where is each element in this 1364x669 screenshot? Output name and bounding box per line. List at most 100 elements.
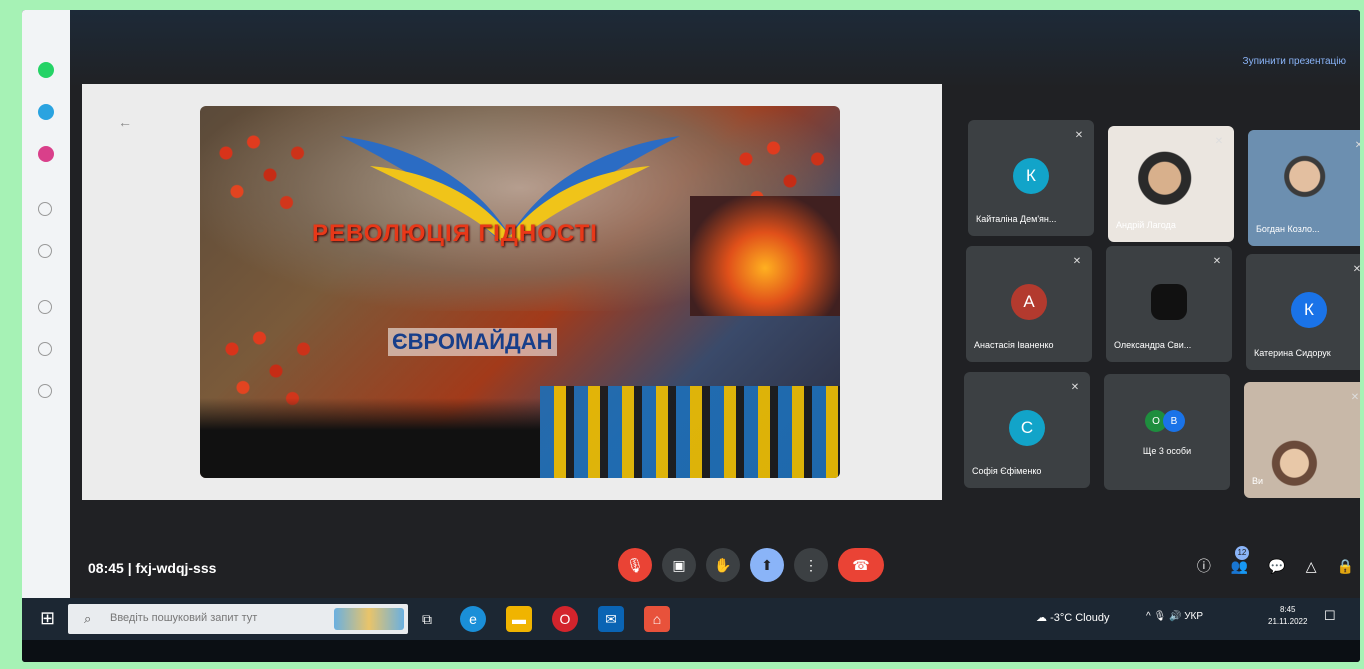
avatar: В: [1163, 410, 1185, 432]
separator: |: [127, 560, 136, 576]
participant-name: Олександра Сви...: [1114, 340, 1192, 350]
participant-name: Катерина Сидорук: [1254, 348, 1331, 358]
info-icon[interactable]: ⓘ: [1197, 556, 1211, 576]
back-arrow-icon[interactable]: ←: [118, 114, 132, 130]
stop-presenting-button[interactable]: Зупинити презентацію: [1243, 56, 1346, 67]
call-controls: 🎙 ▣ ✋ ⬆ ⋮ ☎: [618, 548, 884, 582]
clock-time: 8:45: [1279, 605, 1296, 614]
participant-tile[interactable]: ✕ Олександра Сви...: [1106, 246, 1232, 362]
people-icon: 👥: [1230, 557, 1249, 574]
meet-bottom-bar: 08:45 | fxj-wdqj-sss 🎙 ▣ ✋ ⬆ ⋮ ☎ ⓘ 12 👥 …: [70, 530, 1360, 600]
participant-tile[interactable]: ✕ Андрій Лагода: [1108, 126, 1234, 242]
hang-up-icon: ☎: [852, 556, 870, 573]
heart-icon[interactable]: [38, 300, 52, 314]
task-view-icon[interactable]: ⧉: [414, 606, 440, 632]
participant-name: Богдан Козло...: [1256, 224, 1320, 234]
instagram-icon[interactable]: [38, 146, 54, 162]
system-tray: ^ 🎙 🔊 УКР: [1146, 611, 1203, 622]
browser-sidebar: [22, 10, 70, 610]
slide-title: РЕВОЛЮЦІЯ ГІДНОСТІ: [312, 220, 598, 247]
clock-icon[interactable]: [38, 342, 52, 356]
cloud-icon: ☁: [1036, 612, 1051, 624]
more-participants-label: Ще 3 особи: [1142, 446, 1192, 456]
meeting-time: 08:45: [88, 560, 124, 576]
tyres-barricade: [540, 386, 840, 478]
cube-icon[interactable]: [38, 384, 52, 398]
file-explorer-icon[interactable]: ▬: [506, 606, 532, 632]
participant-name: Андрій Лагода: [1116, 220, 1176, 230]
slide-image: РЕВОЛЮЦІЯ ГІДНОСТІ ЄВРОМАЙДАН: [200, 106, 840, 478]
search-icon: ⌕: [84, 611, 92, 626]
windows-start-icon[interactable]: ⊞: [40, 608, 62, 630]
participant-tile[interactable]: ✕ К Кайталіна Дем'ян...: [968, 120, 1094, 236]
mic-off-button[interactable]: 🎙: [618, 548, 652, 582]
muted-mic-icon: ✕: [1214, 135, 1224, 147]
taskbar-search[interactable]: ⌕ Введіть пошуковий запит тут: [68, 604, 408, 634]
send-icon[interactable]: [38, 244, 52, 258]
leave-call-button[interactable]: ☎: [838, 548, 884, 582]
participant-name: Анастасія Іваненко: [974, 340, 1054, 350]
participant-tile[interactable]: ✕ А Анастасія Іваненко: [966, 246, 1092, 362]
language-indicator[interactable]: УКР: [1184, 611, 1203, 622]
camera-icon: ▣: [672, 556, 686, 573]
volume-icon[interactable]: 🔊: [1169, 611, 1181, 622]
muted-mic-icon: ✕: [1354, 139, 1360, 151]
participant-grid: ✕ К Кайталіна Дем'ян... ✕ Андрій Лагода …: [952, 120, 1360, 498]
crowd-silhouettes: [200, 398, 540, 478]
taskbar-apps: ⧉ e ▬ O ✉ ⌂: [414, 606, 670, 632]
mic-off-icon: 🎙: [626, 556, 644, 573]
clock-date: 21.11.2022: [1268, 617, 1308, 626]
meeting-details: 08:45 | fxj-wdqj-sss: [88, 560, 216, 576]
chat-icon[interactable]: 💬: [1268, 558, 1285, 575]
raise-hand-button[interactable]: ✋: [706, 548, 740, 582]
participant-tile[interactable]: ✕ С Софія Єфіменко: [964, 372, 1090, 488]
fire-scene: [690, 196, 840, 316]
participant-tile[interactable]: ✕ К Катерина Сидорук: [1246, 254, 1360, 370]
monitor-bezel: [22, 640, 1360, 662]
app-icon[interactable]: ⌂: [644, 606, 670, 632]
weather-widget[interactable]: ☁ -3°C Cloudy: [1036, 611, 1109, 624]
slide-subtitle: ЄВРОМАЙДАН: [388, 328, 557, 356]
opera-icon[interactable]: O: [552, 606, 578, 632]
notifications-icon[interactable]: ☐: [1324, 608, 1336, 624]
participant-name: Кайталіна Дем'ян...: [976, 214, 1057, 224]
participant-name: Софія Єфіменко: [972, 466, 1042, 476]
tray-chevron-icon[interactable]: ^: [1146, 611, 1151, 622]
muted-mic-icon: ✕: [1070, 381, 1080, 393]
more-avatars: О В: [1145, 410, 1185, 432]
muted-mic-icon: ✕: [1352, 263, 1360, 275]
more-options-button[interactable]: ⋮: [794, 548, 828, 582]
participant-name: Ви: [1252, 476, 1264, 486]
taskbar-clock[interactable]: 8:45 21.11.2022: [1268, 604, 1307, 628]
windows-taskbar: ⊞ ⌕ Введіть пошуковий запит тут ⧉ e ▬ O …: [22, 598, 1360, 640]
search-input[interactable]: Введіть пошуковий запит тут: [110, 612, 257, 624]
avatar: [1151, 284, 1187, 320]
history-icon[interactable]: [38, 202, 52, 216]
host-controls-icon[interactable]: 🔒: [1337, 558, 1354, 575]
weather-label: -3°C Cloudy: [1050, 612, 1110, 624]
side-controls: ⓘ 12 👥 💬 △ 🔒: [1197, 545, 1354, 576]
muted-mic-icon: ✕: [1212, 255, 1222, 267]
search-highlight-image: [334, 608, 404, 630]
whatsapp-icon[interactable]: [38, 62, 54, 78]
telegram-icon[interactable]: [38, 104, 54, 120]
photo-frame: Зупинити презентацію ← РЕВОЛЮЦІЯ ГІДНОСТ: [22, 10, 1360, 662]
present-button[interactable]: ⬆: [750, 548, 784, 582]
avatar: С: [1009, 410, 1045, 446]
meet-window: Зупинити презентацію ← РЕВОЛЮЦІЯ ГІДНОСТ: [70, 10, 1360, 606]
activities-icon[interactable]: △: [1306, 558, 1317, 575]
participant-tile[interactable]: ✕ Богдан Козло...: [1248, 130, 1360, 246]
camera-button[interactable]: ▣: [662, 548, 696, 582]
avatar: К: [1291, 292, 1327, 328]
mail-icon[interactable]: ✉: [598, 606, 624, 632]
edge-icon[interactable]: e: [460, 606, 486, 632]
meeting-code: fxj-wdqj-sss: [135, 560, 217, 576]
people-count-badge: 12: [1234, 545, 1249, 560]
presentation-area: ← РЕВОЛЮЦІЯ ГІДНОСТІ ЄВРОМАЙДАН: [82, 84, 942, 500]
mic-icon: 🎙: [1153, 611, 1167, 622]
muted-mic-icon: ✕: [1074, 129, 1084, 141]
more-participants-tile[interactable]: О В Ще 3 особи: [1104, 374, 1230, 490]
avatar: К: [1013, 158, 1049, 194]
self-view-tile[interactable]: ✕ Ви: [1244, 382, 1360, 498]
people-button[interactable]: 12 👥: [1230, 545, 1249, 575]
